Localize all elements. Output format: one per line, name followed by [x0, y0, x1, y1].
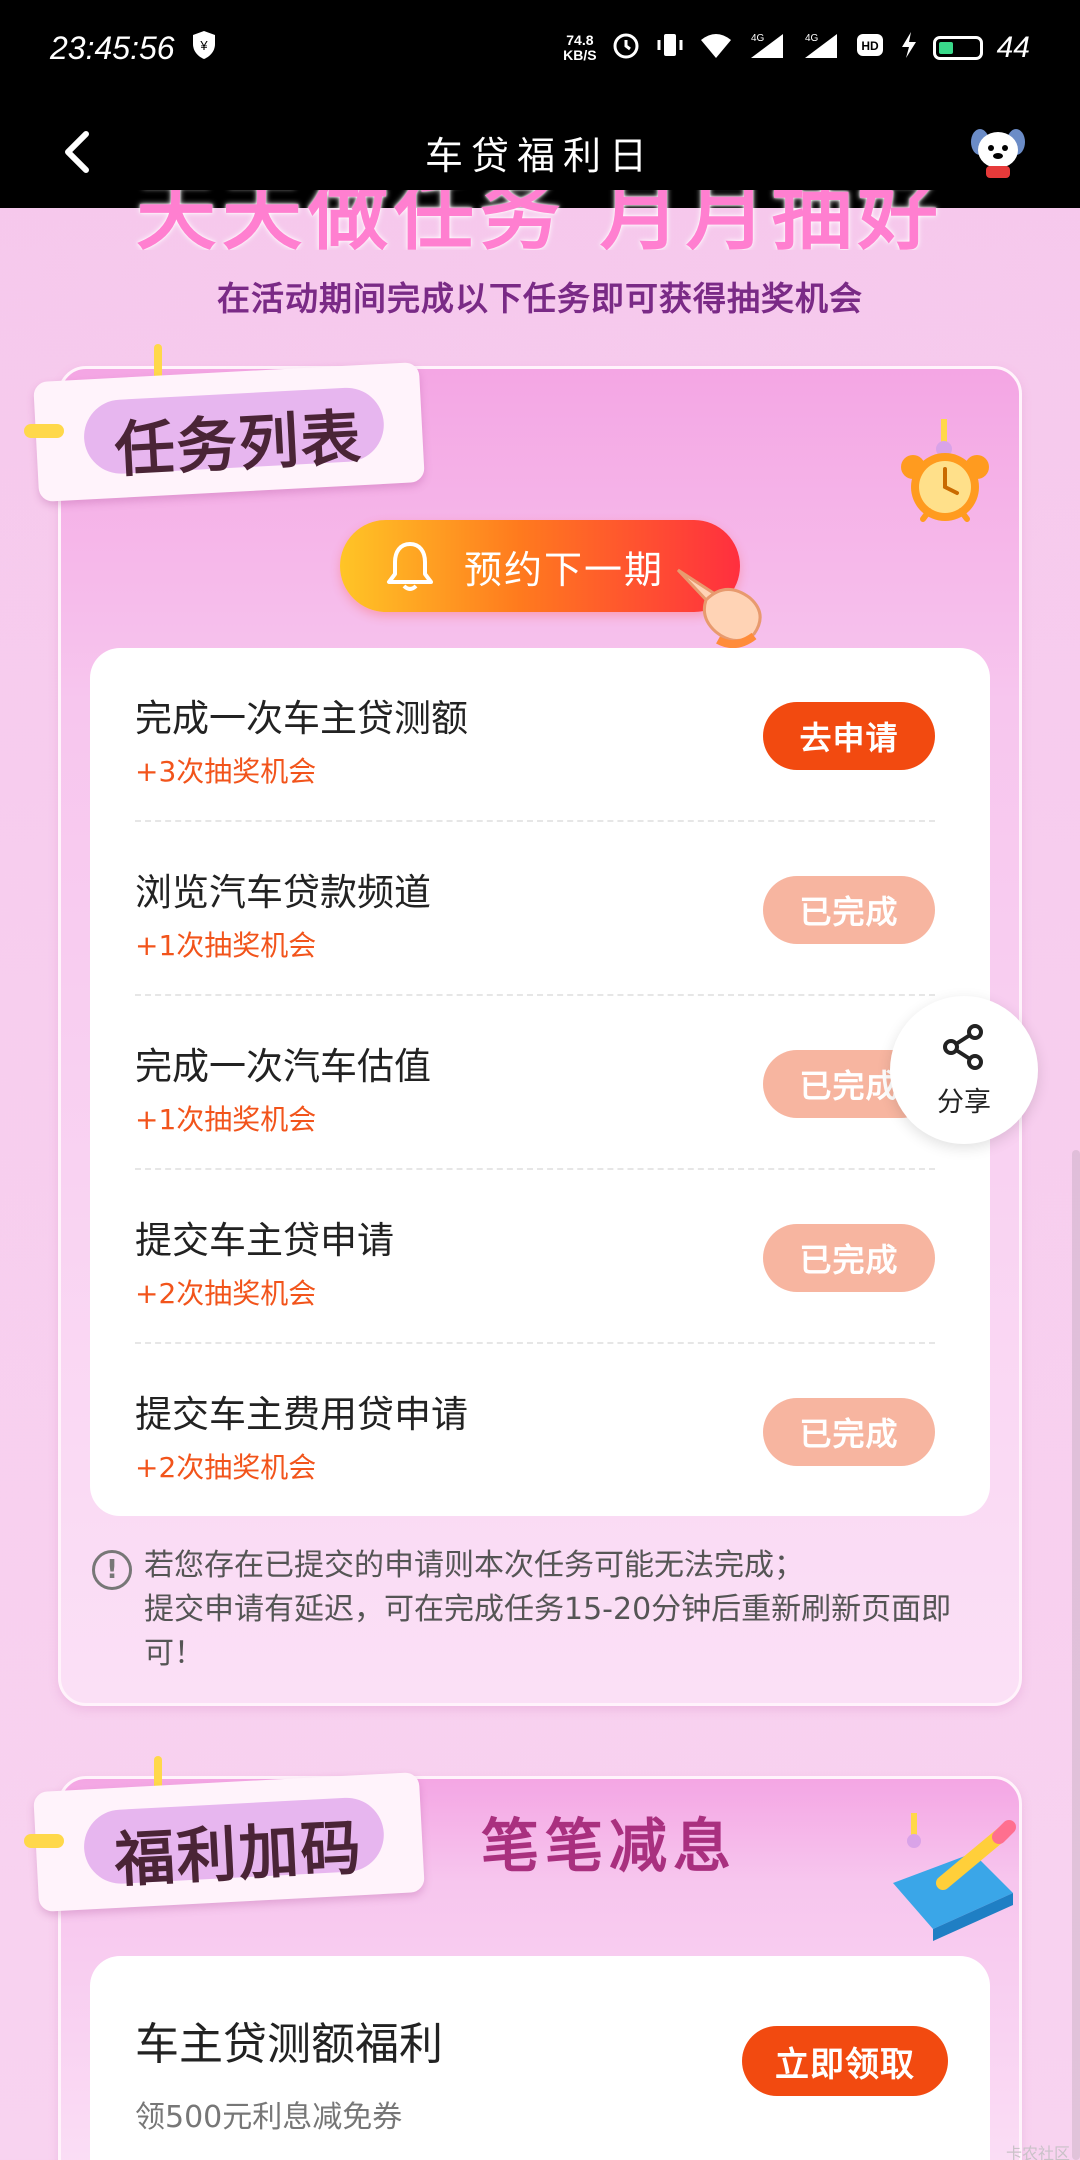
svg-text:HD: HD: [861, 39, 879, 53]
task-row: 完成一次汽车估值 +1次抽奖机会 已完成: [135, 996, 935, 1170]
chevron-left-icon[interactable]: [58, 128, 98, 176]
notice-line: 若您存在已提交的申请则本次任务可能无法完成；: [144, 1548, 804, 1583]
task-completed-button[interactable]: 已完成: [763, 1224, 935, 1292]
status-time: 23:45:56: [50, 29, 175, 66]
share-icon: [939, 1022, 989, 1076]
reserve-next-label: 预约下一期: [464, 547, 665, 592]
task-reward: +1次抽奖机会: [135, 929, 317, 962]
task-row: 提交车主费用贷申请 +2次抽奖机会 已完成: [135, 1344, 935, 1518]
task-list-tag-label: 任务列表: [113, 403, 365, 486]
charging-icon: [899, 30, 919, 67]
claim-now-button[interactable]: 立即领取: [742, 2026, 948, 2096]
task-list-panel: 完成一次车主贷测额 +3次抽奖机会 去申请 浏览汽车贷款频道 +1次抽奖机会 已…: [90, 648, 990, 1516]
notice-text: 若您存在已提交的申请则本次任务可能无法完成； 提交申请有延迟，可在完成任务15-…: [144, 1544, 984, 1676]
network-speed: 74.8 KB/S: [563, 32, 597, 63]
notice-line: 提交申请有延迟，可在完成任务15-20分钟后重新刷新页面即可！: [144, 1592, 952, 1671]
tag-pin-icon: [24, 424, 64, 438]
bonus-heading: 笔笔减息: [481, 1812, 738, 1880]
task-reward: +2次抽奖机会: [135, 1451, 317, 1484]
svg-text:4G: 4G: [805, 33, 819, 44]
status-indicators: 74.8 KB/S 4G 4G HD 44: [563, 30, 1030, 67]
bonus-tag: 福利加码: [33, 1771, 425, 1913]
info-icon: !: [92, 1550, 132, 1590]
signal-4g-icon: 4G: [747, 30, 787, 67]
shield-yen-icon: ¥: [191, 30, 217, 67]
task-title: 完成一次汽车估值: [135, 1045, 431, 1088]
alarm-icon: [611, 30, 641, 67]
task-row: 浏览汽车贷款频道 +1次抽奖机会 已完成: [135, 822, 935, 996]
task-list-tag: 任务列表: [33, 361, 425, 503]
bonus-tag-label: 福利加码: [113, 1813, 365, 1896]
bell-icon: [380, 536, 440, 596]
task-reward: +3次抽奖机会: [135, 755, 317, 788]
svg-text:¥: ¥: [199, 38, 208, 53]
task-completed-button[interactable]: 已完成: [763, 876, 935, 944]
wifi-icon: [699, 30, 733, 67]
tag-pin-icon: [24, 1834, 64, 1848]
scrollbar[interactable]: [1072, 1150, 1080, 2160]
svg-text:4G: 4G: [751, 33, 765, 44]
banner-subtitle: 在活动期间完成以下任务即可获得抽奖机会: [217, 279, 863, 318]
task-row: 提交车主贷申请 +2次抽奖机会 已完成: [135, 1170, 935, 1344]
book-pencil-icon: [873, 1813, 1023, 1943]
task-title: 提交车主贷申请: [135, 1219, 394, 1262]
task-reward: +1次抽奖机会: [135, 1103, 317, 1136]
share-label: 分享: [937, 1086, 991, 1118]
task-title: 浏览汽车贷款频道: [135, 871, 431, 914]
dog-mascot-icon[interactable]: [968, 124, 1028, 180]
page-title: 车贷福利日: [424, 133, 655, 178]
bonus-item-title: 车主贷测额福利: [135, 2019, 443, 2070]
pointing-hand-icon: [670, 540, 780, 650]
task-apply-button[interactable]: 去申请: [763, 702, 935, 770]
battery-icon: [932, 36, 983, 60]
task-title: 完成一次车主贷测额: [135, 697, 468, 740]
hd-icon: HD: [855, 30, 885, 67]
task-completed-button[interactable]: 已完成: [763, 1398, 935, 1466]
vibrate-icon: [655, 30, 685, 67]
signal-4g-icon: 4G: [801, 30, 841, 67]
share-button[interactable]: 分享: [890, 996, 1038, 1144]
battery-level: 44: [996, 31, 1030, 64]
banner-title: 天天做任务 月月抽好礼: [136, 190, 944, 250]
status-bar: 23:45:56 ¥ 74.8 KB/S 4G 4G HD 44: [0, 0, 1080, 96]
watermark: 卡农社区: [1005, 2144, 1070, 2160]
alarm-clock-icon: [895, 419, 995, 529]
bonus-panel: 车主贷测额福利 领500元利息减免券 立即领取: [90, 1956, 990, 2160]
task-row: 完成一次车主贷测额 +3次抽奖机会 去申请: [135, 648, 935, 822]
bonus-item-subtitle: 领500元利息减免券: [135, 2100, 403, 2135]
task-reward: +2次抽奖机会: [135, 1277, 317, 1310]
task-title: 提交车主费用贷申请: [135, 1393, 468, 1436]
